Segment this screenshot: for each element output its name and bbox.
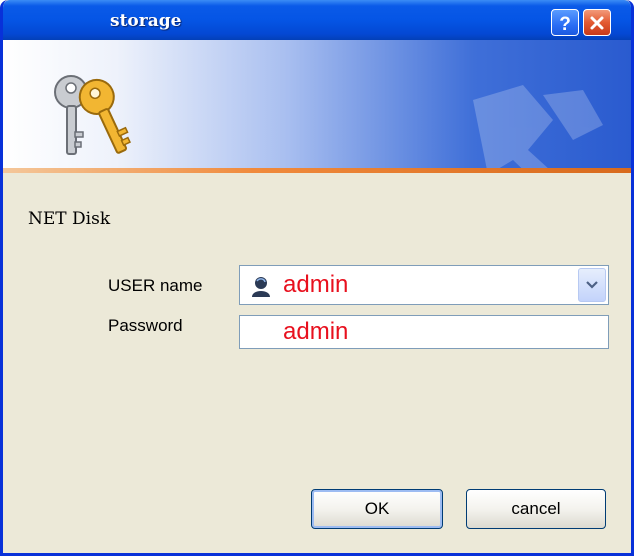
password-value: admin <box>283 318 349 345</box>
ok-button[interactable]: OK <box>311 489 443 529</box>
password-field[interactable]: admin <box>239 315 609 349</box>
close-icon <box>590 16 604 29</box>
dialog-heading: NET Disk <box>28 209 111 229</box>
username-combobox[interactable]: admin <box>239 265 609 305</box>
username-value: admin <box>283 271 349 298</box>
help-button[interactable]: ? <box>551 9 579 36</box>
keys-watermark-icon <box>473 85 603 168</box>
close-button[interactable] <box>583 9 611 36</box>
window-title: storage <box>110 11 182 31</box>
keys-icon <box>54 75 131 155</box>
password-label: Password <box>108 316 183 335</box>
title-bar[interactable]: storage ? <box>3 0 631 40</box>
username-dropdown-button[interactable] <box>578 268 606 302</box>
banner-accent-line <box>3 168 631 173</box>
login-dialog: storage ? NET Disk USER name admin Passw… <box>0 0 634 556</box>
chevron-down-icon <box>586 281 598 289</box>
svg-text:?: ? <box>559 14 571 33</box>
username-label: USER name <box>108 276 203 295</box>
help-icon: ? <box>559 14 571 33</box>
user-icon <box>252 277 270 297</box>
cancel-button[interactable]: cancel <box>466 489 606 529</box>
